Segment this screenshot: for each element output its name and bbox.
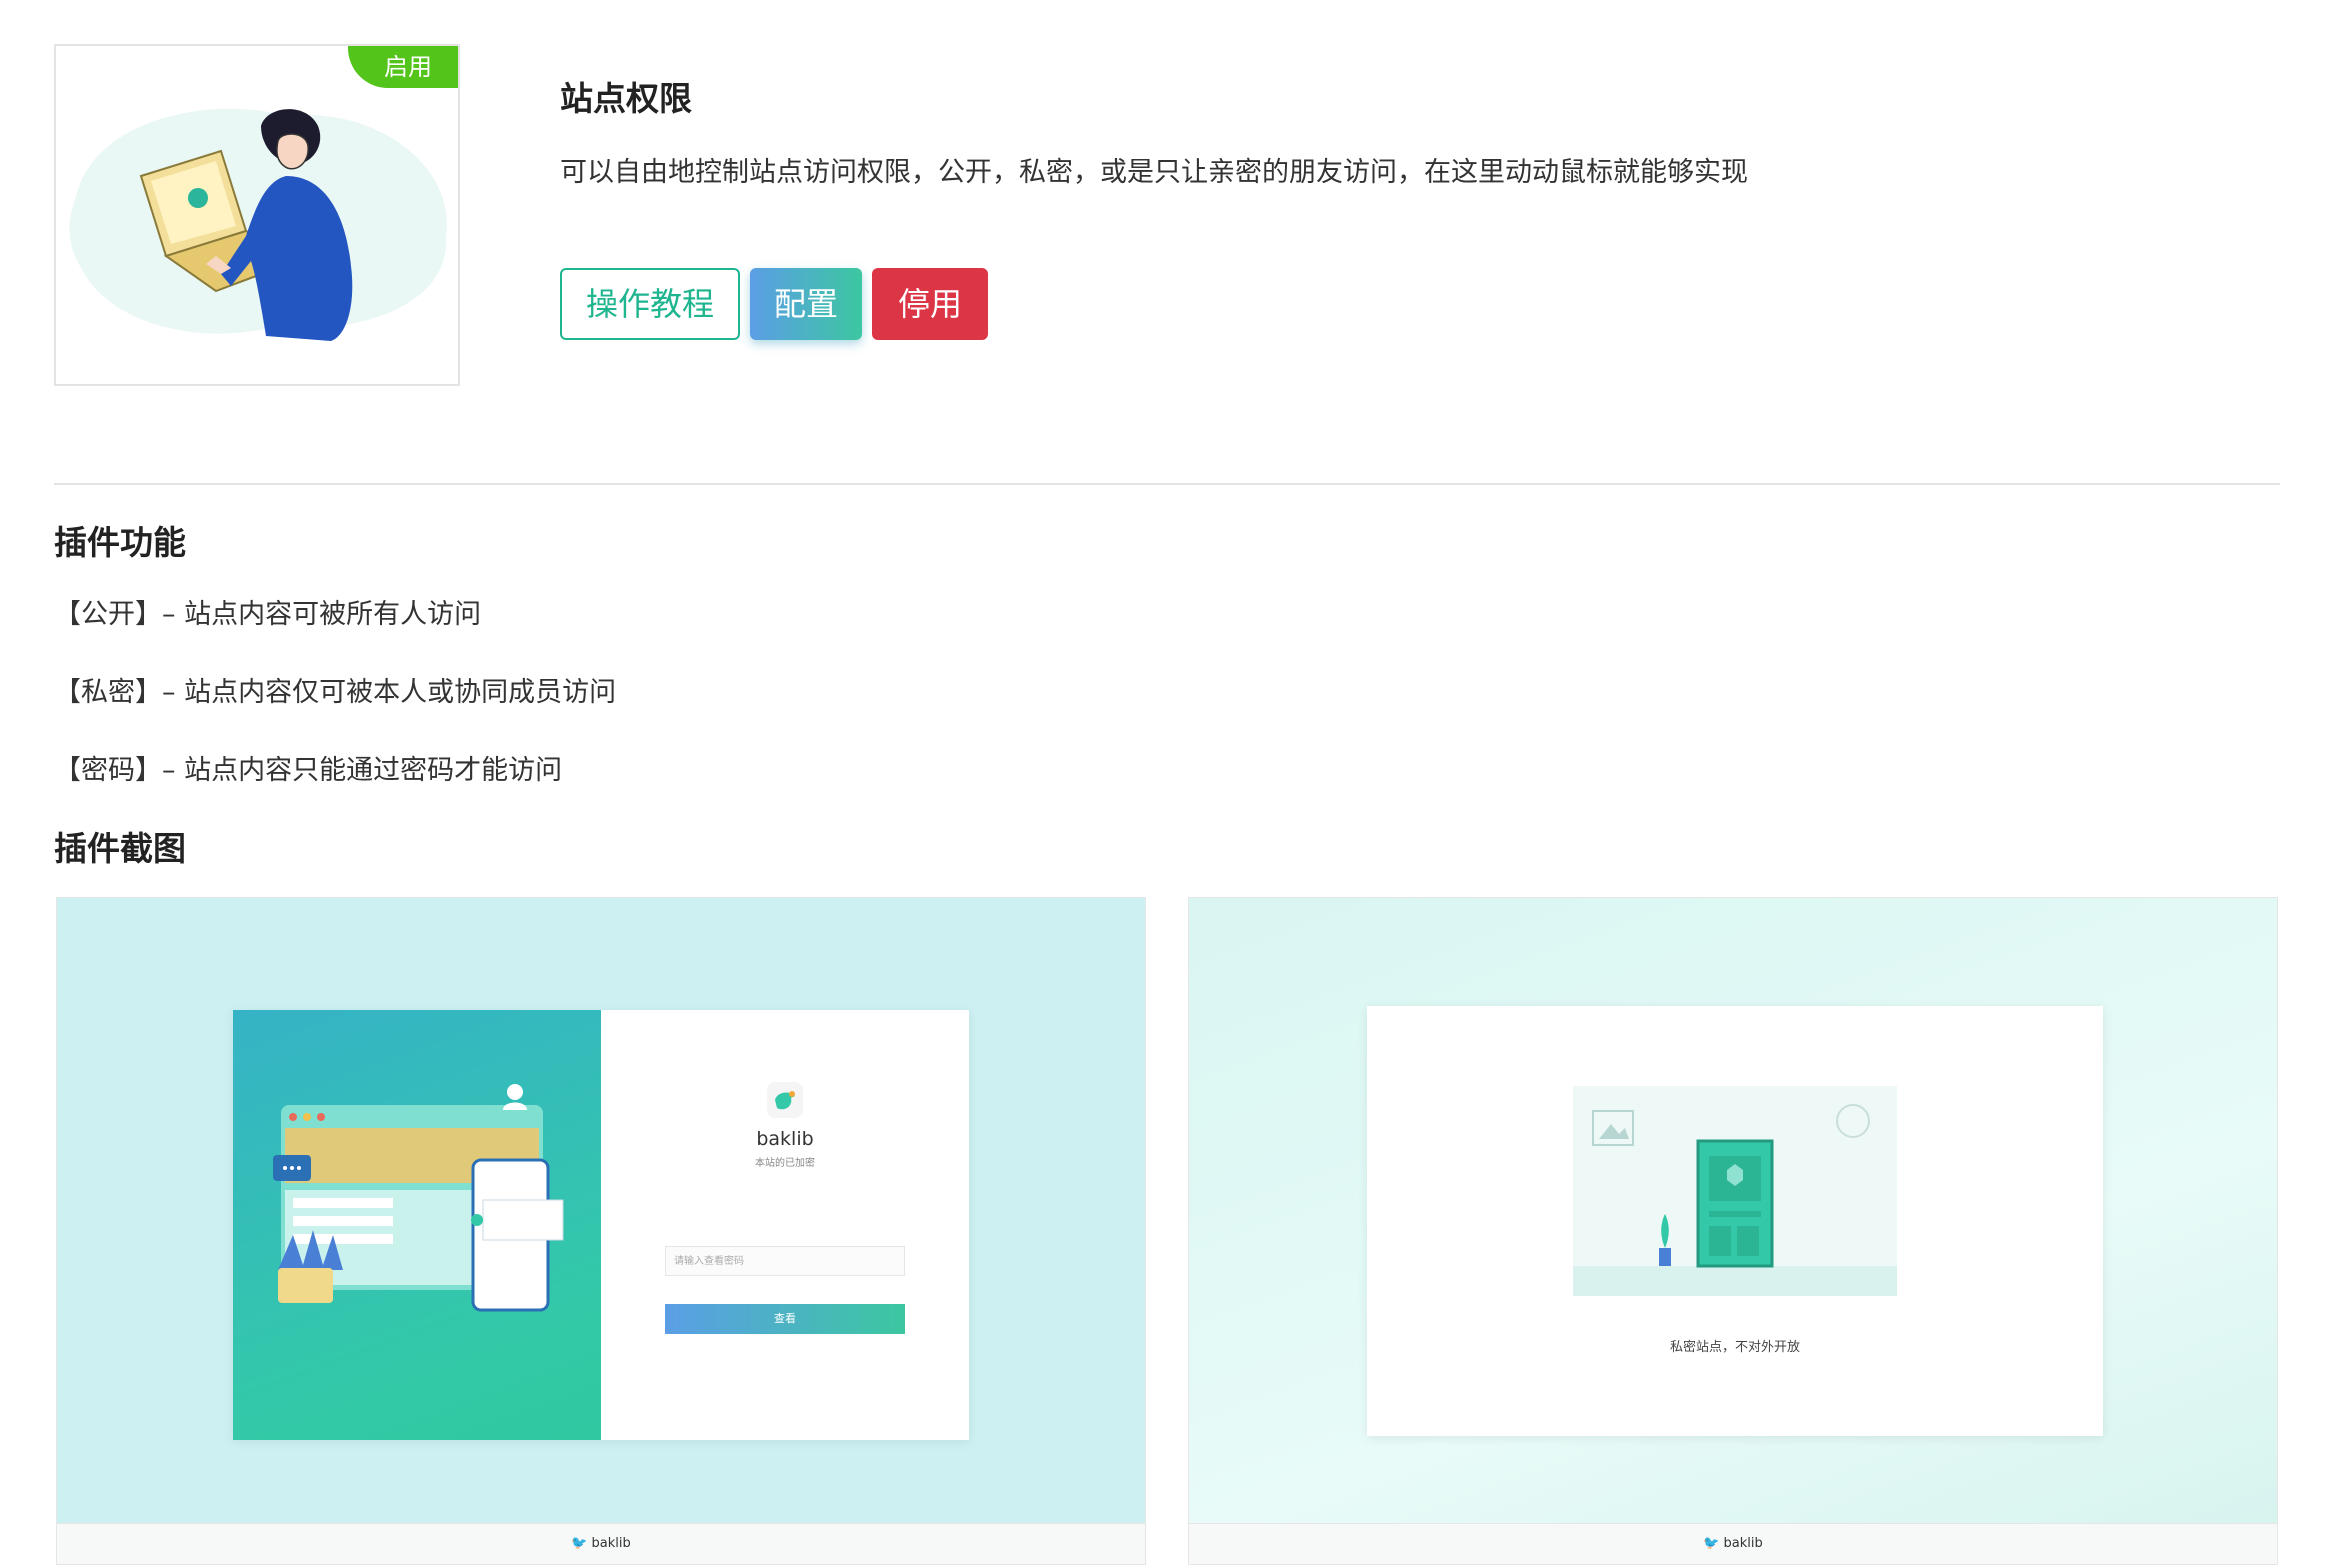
disable-button[interactable]: 停用 — [872, 268, 988, 340]
baklib-bird-icon: 🐦 — [1703, 1536, 1720, 1551]
divider — [54, 483, 2280, 485]
screenshots-title: 插件截图 — [54, 829, 186, 868]
tutorial-button[interactable]: 操作教程 — [560, 268, 740, 340]
features-title: 插件功能 — [54, 523, 186, 562]
plugin-title: 站点权限 — [560, 79, 692, 118]
footer-brand: baklib — [591, 1536, 631, 1551]
login-illustration — [233, 1010, 601, 1440]
plugin-description: 可以自由地控制站点访问权限，公开，私密，或是只让亲密的朋友访问，在这里动动鼠标就… — [560, 157, 1748, 188]
screenshot-private[interactable]: 私密站点，不对外开放 🐦 baklib — [1188, 897, 2278, 1565]
config-button[interactable]: 配置 — [750, 268, 862, 340]
plugin-thumbnail: 启用 — [54, 44, 460, 386]
private-site-message: 私密站点，不对外开放 — [1669, 1340, 1800, 1355]
brand-name: baklib — [756, 1128, 814, 1150]
password-input[interactable]: 请输入查看密码 — [665, 1246, 905, 1276]
login-card: baklib 本站的已加密 请输入查看密码 查看 — [233, 1010, 969, 1440]
feature-item-private: 【私密】– 站点内容仅可被本人或协同成员访问 — [54, 677, 617, 708]
person-laptop-illustration — [69, 108, 447, 341]
feature-item-password: 【密码】– 站点内容只能通过密码才能访问 — [54, 755, 563, 786]
browser-illustration — [273, 1084, 564, 1312]
screenshot-footer: 🐦 baklib — [57, 1523, 1145, 1564]
footer-brand: baklib — [1723, 1536, 1763, 1551]
baklib-bird-icon — [767, 1082, 803, 1118]
encrypted-subtitle: 本站的已加密 — [755, 1158, 815, 1169]
view-button[interactable]: 查看 — [665, 1304, 905, 1334]
private-card: 私密站点，不对外开放 — [1367, 1006, 2103, 1436]
baklib-logo-block: baklib 本站的已加密 — [601, 1080, 969, 1169]
screenshot-footer: 🐦 baklib — [1189, 1523, 2277, 1564]
feature-item-public: 【公开】– 站点内容可被所有人访问 — [54, 599, 482, 630]
door-illustration — [1573, 1086, 1897, 1296]
screenshot-login[interactable]: baklib 本站的已加密 请输入查看密码 查看 🐦 baklib — [56, 897, 1146, 1565]
baklib-bird-icon: 🐦 — [571, 1536, 588, 1551]
